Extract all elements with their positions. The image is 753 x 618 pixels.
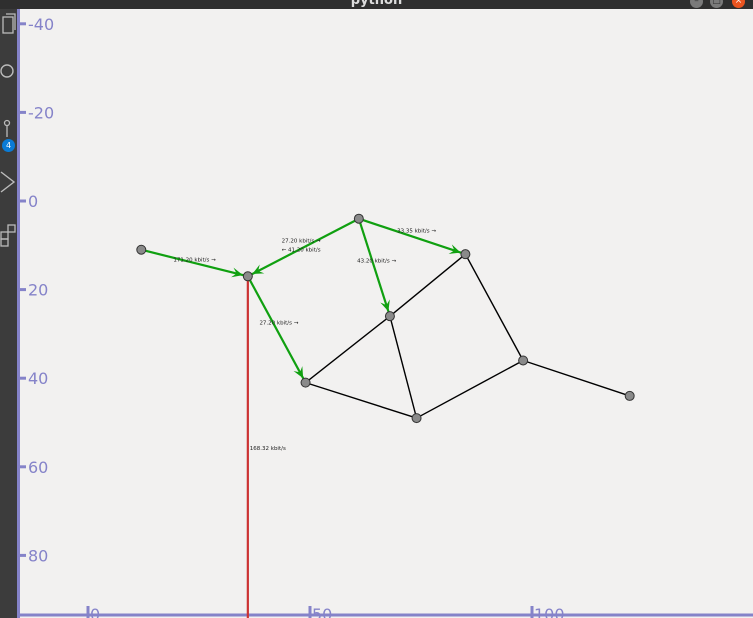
run-debug-icon[interactable] (0, 169, 17, 195)
graph-node (460, 249, 471, 260)
search-icon[interactable] (0, 61, 17, 83)
editor-activity-bar: 4 (0, 9, 17, 618)
edge-active (358, 217, 466, 256)
edge-rate-label: 33.35 kbit/s → (397, 228, 436, 234)
edge-idle (389, 253, 466, 317)
x-tick-label: 50 (312, 605, 332, 618)
graph-node (353, 213, 364, 224)
graph-node (518, 355, 529, 366)
edge-active (246, 275, 307, 384)
y-tick-label: -40 (28, 15, 54, 34)
edge-idle (416, 359, 524, 419)
source-control-icon[interactable] (0, 117, 17, 139)
edge-rate-label: ← 41.20 kbit/s (282, 248, 321, 254)
edge-labels: 171.20 kbit/s → 27.20 kbit/s → ← 41.20 kbi… (173, 228, 436, 452)
graph-node (384, 311, 395, 322)
edge-idle (305, 381, 417, 419)
y-tick-label: 60 (28, 458, 48, 477)
edge-idle (522, 359, 630, 397)
y-tick-label: 80 (28, 546, 48, 565)
edge-idle (305, 315, 391, 384)
window-titlebar: python – □ × (0, 0, 753, 9)
extensions-icon[interactable] (0, 219, 17, 249)
axes (17, 9, 753, 618)
y-tick-label: -20 (28, 103, 54, 122)
graph-node (242, 271, 253, 282)
edge-idle (464, 253, 524, 361)
x-tick-label: 0 (90, 605, 100, 618)
edge-rate-label: 43.20 kbit/s → (357, 259, 396, 265)
graph-node (624, 390, 635, 401)
edge-rate-label: 27.20 kbit/s → (282, 239, 321, 245)
graph-node (136, 244, 147, 255)
y-tick-label: 40 (28, 369, 48, 388)
source-control-badge: 4 (2, 139, 15, 152)
y-tick-label: 0 (28, 192, 38, 211)
x-tick-label: 100 (534, 605, 565, 618)
edge-idle (389, 316, 418, 419)
window-title: python (350, 0, 403, 8)
graph-node (300, 377, 311, 388)
nodes (136, 213, 635, 424)
edge-rate-label: 171.20 kbit/s → (173, 258, 216, 264)
y-tick-label: 20 (28, 281, 48, 300)
graph-node (411, 413, 422, 424)
network-plot: 171.20 kbit/s → 27.20 kbit/s → ← 41.20 kbi… (17, 9, 753, 618)
explorer-icon[interactable] (0, 13, 17, 43)
edge-rate-label: 168.32 kbit/s (250, 446, 286, 452)
edges (141, 217, 630, 618)
edge-active (357, 218, 391, 317)
edge-rate-label: 27.20 kbit/s → (259, 321, 298, 327)
tick-labels: -40 -20 0 20 40 60 80 0 50 100 (28, 15, 565, 618)
